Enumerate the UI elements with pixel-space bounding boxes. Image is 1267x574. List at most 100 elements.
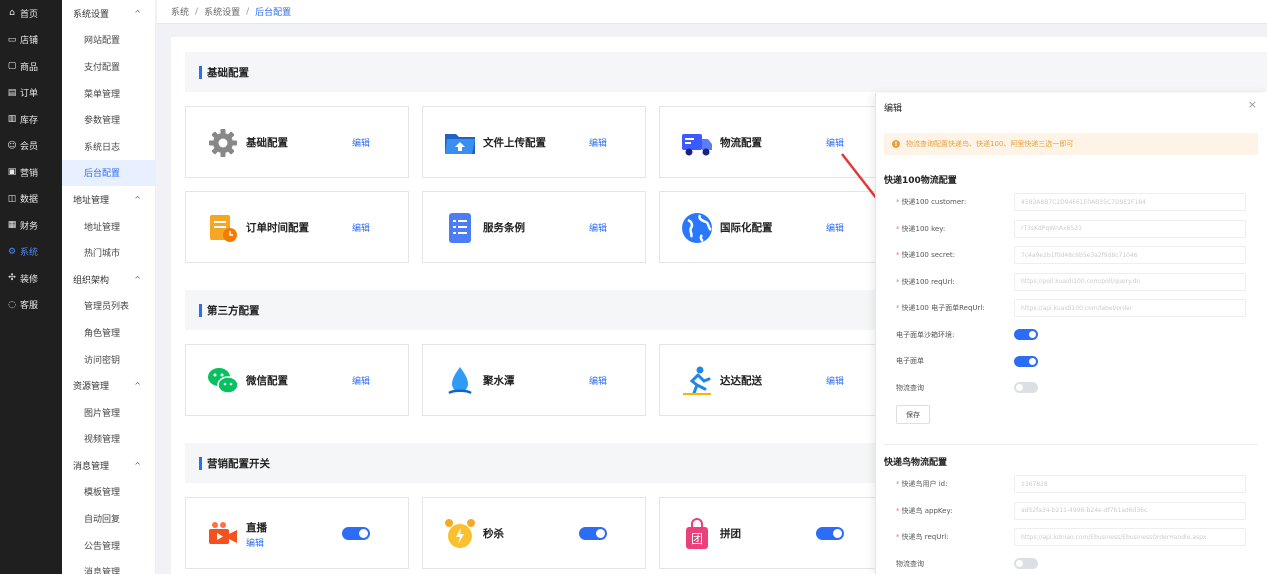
menu-item[interactable]: 模板管理 [62,479,155,506]
edit-link[interactable]: 编辑 [352,136,370,149]
menu-item[interactable]: 公告管理 [62,532,155,559]
text-input[interactable]: 1367828 [1014,475,1246,493]
save-button[interactable]: 保存 [896,405,930,424]
nav-item-home[interactable]: ⌂ 首页 [0,0,62,27]
nav-item-decorate[interactable]: ✣ 装修 [0,265,62,292]
text-input[interactable]: rT3sKdPqWnAx8521 [1014,219,1246,238]
edit-link[interactable]: 编辑 [826,374,844,387]
menu-item[interactable]: 访问密钥 [62,346,155,373]
card-file-upload: 文件上传配置 编辑 [422,106,646,178]
menu-item[interactable]: 消息管理 [62,558,155,574]
close-icon[interactable]: × [1248,98,1257,111]
menu-group[interactable]: 组织架构 ^ [62,266,155,293]
required-mark: * [896,277,900,286]
primary-sidebar: ⌂ 首页 ▭ 店铺 ▢ 商品 ▤ 订单 ▥ 库存 ☺ 会员 ▣ 营销 ◫ 数据 ▦ 财务 ⚙ 系统 ✣ 装修 ◌ 客服 [0,0,62,574]
menu-item[interactable]: 图片管理 [62,399,155,426]
menu-item[interactable]: 视频管理 [62,426,155,453]
truck-icon [682,134,712,156]
text-input[interactable]: 4583A8B7C2D94F61E0AB35C7D9E2F184 [1014,193,1246,211]
live-toggle[interactable] [342,527,370,540]
menu-item[interactable]: 管理员列表 [62,293,155,320]
menu-group[interactable]: 资源管理 ^ [62,372,155,399]
data-icon: ◫ [7,193,17,204]
nav-item-goods[interactable]: ▢ 商品 [0,53,62,80]
form-row: * 快递100 电子面单ReqUrl: https://api.kuaidi100.… [896,299,1246,317]
field-label: * 快递鸟 appKey: [896,506,1014,516]
nav-item-settings[interactable]: ⚙ 系统 [0,239,62,266]
menu-item[interactable]: 系统日志 [62,133,155,160]
nav-item-data[interactable]: ◫ 数据 [0,186,62,213]
edit-link[interactable]: 编辑 [246,536,264,549]
toggle-switch[interactable] [1014,329,1038,340]
edit-link[interactable]: 编辑 [352,221,370,234]
nav-item-label: 数据 [20,195,39,206]
edit-link[interactable]: 编辑 [589,136,607,149]
text-input[interactable]: https://poll.kuaidi100.com/poll/query.do [1014,272,1246,291]
menu-item[interactable]: 地址管理 [62,213,155,240]
toggle-switch[interactable] [1014,558,1038,569]
menu-item[interactable]: 热门城市 [62,239,155,266]
card-flash-sale: 秒杀 [422,497,646,569]
edit-link[interactable]: 编辑 [589,374,607,387]
switch-label: 电子面单沙箱环境: [896,330,955,339]
runner-icon [683,366,711,395]
text-input[interactable]: https://api.kuaidi100.com/label/order [1014,299,1246,317]
globe-icon [682,213,712,243]
flash-sale-toggle[interactable] [579,527,607,540]
breadcrumb-item-system[interactable]: 系统 [171,5,189,18]
card-title: 国际化配置 [720,221,773,234]
edit-link[interactable]: 编辑 [589,221,607,234]
nav-item-gift[interactable]: ▣ 营销 [0,159,62,186]
menu-group[interactable]: 地址管理 ^ [62,186,155,213]
switch-row: 电子面单 [896,352,1246,370]
toggle-switch[interactable] [1014,382,1038,393]
nav-item-order[interactable]: ▤ 订单 [0,80,62,107]
decorate-icon: ✣ [8,273,16,284]
text-input[interactable]: 7c4a9e2b1f0d48c6b5e3a2f9d8c71046 [1014,246,1246,264]
menu-item[interactable]: 自动回复 [62,505,155,532]
secondary-sidebar: 系统设置 ^ 网站配置 支付配置 菜单管理 参数管理 系统日志 后台配置 地址管理 ^ 地址管理 热门… [62,0,156,574]
edit-link[interactable]: 编辑 [826,221,844,234]
chevron-up-icon: ^ [134,274,141,284]
menu-group[interactable]: 消息管理 ^ [62,452,155,479]
form-row: * 快递鸟 reqUrl: https://api.kdniao.com/Ebusi… [896,528,1246,546]
card-dada: 达达配送 编辑 [659,344,883,416]
field-label: * 快递100 reqUrl: [896,277,1014,287]
form-row: * 快递100 customer: 4583A8B7C2D94F61E0AB35C7… [896,193,1246,211]
field-label-text: 快递鸟 reqUrl: [901,533,949,541]
card-title: 秒杀 [483,527,504,540]
group-buy-toggle[interactable] [816,527,844,540]
switch-label: 物流查询 [896,383,924,392]
nav-item-label: 客服 [20,301,39,312]
text-input[interactable]: ad52fa34-b211-4996-b24e-df7b1ad6d36c [1014,501,1246,520]
nav-item-label: 财务 [20,221,39,232]
card-basic-config: 基础配置 编辑 [185,106,409,178]
toggle-switch[interactable] [1014,355,1038,367]
nav-item-member[interactable]: ☺ 会员 [0,133,62,160]
nav-item-chat[interactable]: ◌ 客服 [0,292,62,319]
form-row: * 快递100 secret: 7c4a9e2b1f0d48c6b5e3a2f9d8… [896,246,1246,264]
nav-item-inventory[interactable]: ▥ 库存 [0,106,62,133]
chevron-up-icon: ^ [134,381,141,391]
menu-item[interactable]: 参数管理 [62,106,155,133]
drawer-title: 编辑 [884,104,903,114]
menu-group[interactable]: 系统设置 ^ [62,0,155,27]
menu-item[interactable]: 后台配置 [62,159,155,187]
card-wechat: 微信配置 编辑 [185,344,409,416]
field-label-text: 快递100 secret: [901,251,956,259]
menu-item[interactable]: 支付配置 [62,53,155,80]
breadcrumb-item-settings[interactable]: 系统设置 [204,5,240,18]
text-input[interactable]: https://api.kdniao.com/Ebusiness/Ebusine… [1014,528,1246,546]
menu-group-label: 消息管理 [73,461,110,472]
edit-link[interactable]: 编辑 [352,374,370,387]
card-title: 拼团 [720,527,741,540]
edit-link[interactable]: 编辑 [826,136,844,149]
menu-item[interactable]: 网站配置 [62,27,155,54]
nav-item-finance[interactable]: ▦ 财务 [0,212,62,239]
menu-item[interactable]: 菜单管理 [62,80,155,107]
nav-item-label: 订单 [20,89,39,100]
water-drop-icon [448,367,472,395]
menu-item[interactable]: 角色管理 [62,319,155,346]
nav-item-store[interactable]: ▭ 店铺 [0,27,62,54]
field-label: * 快递鸟 reqUrl: [896,532,1014,542]
